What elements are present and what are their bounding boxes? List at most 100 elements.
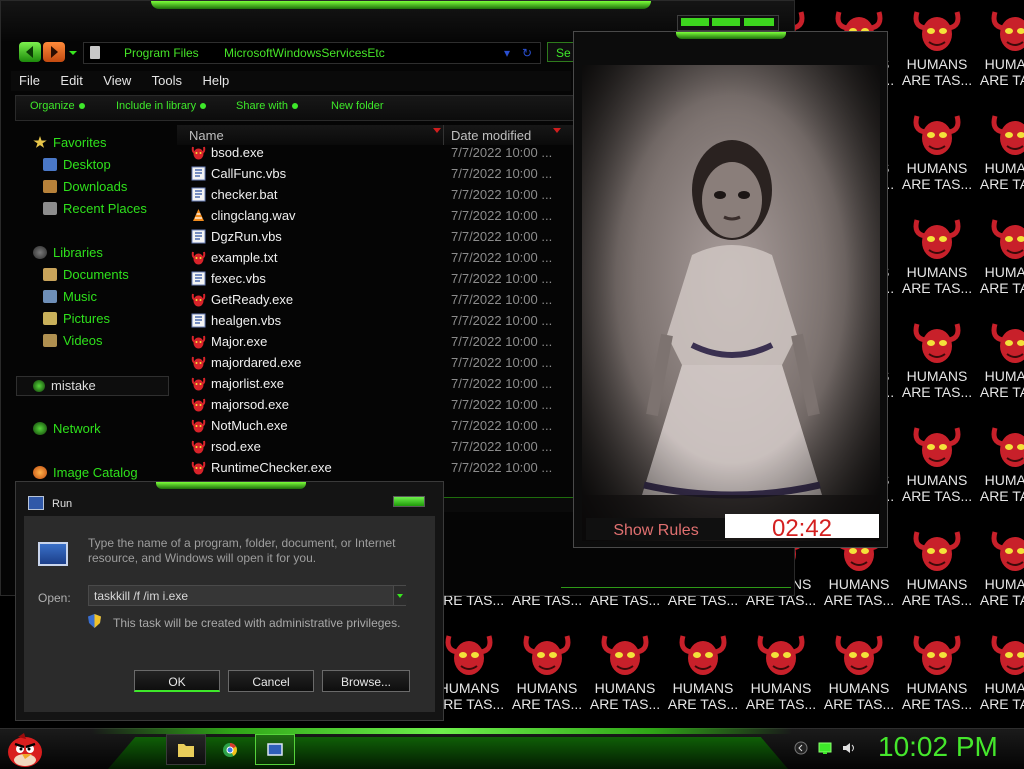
nav-homegroup[interactable]: mistake (16, 376, 169, 396)
wallpaper-caption-line1: HUMANS (828, 576, 890, 592)
file-row[interactable]: healgen.vbs 7/7/2022 10:00 ... (177, 310, 573, 331)
menu-view[interactable]: View (103, 73, 131, 88)
wallpaper-caption-line2: ARE TAS... (901, 384, 973, 400)
folder-icon (178, 744, 194, 757)
new-folder-button[interactable]: New folder (331, 100, 384, 112)
menu-edit[interactable]: Edit (60, 73, 82, 88)
organize-button[interactable]: Organize (30, 100, 85, 112)
wallpaper-tile: HUMANSARE TAS... (976, 6, 1024, 110)
menu-file[interactable]: File (19, 73, 40, 88)
wallpaper-caption-line1: HUMANS (984, 160, 1024, 176)
file-date: 7/7/2022 10:00 ... (451, 292, 553, 307)
breadcrumb-program-files[interactable]: Program Files (124, 43, 199, 63)
run-close-button[interactable] (393, 496, 425, 507)
nav-favorites[interactable]: Favorites (33, 135, 106, 150)
search-box[interactable]: Se (547, 42, 575, 62)
wallpaper-tile: HUMANSARE TAS... (742, 630, 820, 728)
window-controls[interactable] (677, 15, 779, 31)
file-row[interactable]: example.txt 7/7/2022 10:00 ... (177, 247, 573, 268)
browse-button[interactable]: Browse... (322, 670, 410, 692)
file-date: 7/7/2022 10:00 ... (451, 208, 553, 223)
file-row[interactable]: checker.bat 7/7/2022 10:00 ... (177, 184, 573, 205)
close-button[interactable] (744, 18, 774, 26)
file-row[interactable]: majorsod.exe 7/7/2022 10:00 ... (177, 394, 573, 415)
minimize-button[interactable] (681, 18, 709, 26)
volume-icon[interactable] (842, 741, 856, 755)
file-list[interactable]: Name Date modified bsod.exe 7/7/2022 10:0… (177, 125, 573, 493)
breadcrumb-services-folder[interactable]: MicrosoftWindowsServicesEtc (224, 43, 385, 63)
open-dropdown-icon[interactable] (393, 586, 407, 605)
file-row[interactable]: GetReady.exe 7/7/2022 10:00 ... (177, 289, 573, 310)
maximize-button[interactable] (712, 18, 740, 26)
file-name: rsod.exe (211, 439, 261, 454)
column-name[interactable]: Name (189, 128, 224, 143)
forward-arrow-icon[interactable] (43, 42, 65, 62)
nav-network[interactable]: Network (33, 421, 101, 436)
menu-help[interactable]: Help (202, 73, 229, 88)
admin-note: This task will be created with administr… (113, 616, 401, 630)
nav-recent-places[interactable]: Recent Places (43, 201, 147, 216)
file-date: 7/7/2022 10:00 ... (451, 271, 553, 286)
file-row[interactable]: rsod.exe 7/7/2022 10:00 ... (177, 436, 573, 457)
show-rules-button[interactable]: Show Rules (586, 518, 726, 540)
file-row[interactable]: CallFunc.vbs 7/7/2022 10:00 ... (177, 163, 573, 184)
taskbar-clock[interactable]: 10:02 PM (878, 731, 998, 763)
documents-icon (43, 268, 57, 281)
devil-face-icon (913, 219, 961, 259)
address-bar[interactable]: Program Files MicrosoftWindowsServicesEt… (83, 42, 541, 64)
taskbar-run-button[interactable] (255, 734, 295, 765)
ok-button[interactable]: OK (134, 670, 220, 692)
cancel-button[interactable]: Cancel (228, 670, 314, 692)
column-date-modified[interactable]: Date modified (451, 128, 531, 143)
share-with-button[interactable]: Share with (236, 100, 298, 112)
include-in-library-button[interactable]: Include in library (116, 100, 207, 112)
tray-chevron-icon[interactable] (794, 741, 808, 755)
file-row[interactable]: NotMuch.exe 7/7/2022 10:00 ... (177, 415, 573, 436)
back-arrow-icon[interactable] (19, 42, 41, 62)
address-dropdown-icon[interactable]: ▾ (504, 43, 510, 63)
file-row[interactable]: fexec.vbs 7/7/2022 10:00 ... (177, 268, 573, 289)
nav-desktop[interactable]: Desktop (43, 157, 111, 172)
nav-videos[interactable]: Videos (43, 333, 103, 348)
wallpaper-caption-line2: ARE TAS... (901, 72, 973, 88)
network-tray-icon[interactable] (818, 741, 832, 755)
command-bar: Organize Include in library Share with N… (15, 95, 577, 121)
file-row[interactable]: majorlist.exe 7/7/2022 10:00 ... (177, 373, 573, 394)
file-row[interactable]: RuntimeChecker.exe 7/7/2022 10:00 ... (177, 457, 573, 478)
wallpaper-caption-line2: ARE TAS... (823, 592, 895, 608)
menu-tools[interactable]: Tools (152, 73, 182, 88)
wallpaper-caption-line1: HUMANS (906, 576, 968, 592)
nav-libraries[interactable]: Libraries (33, 245, 103, 260)
wallpaper-caption-line1: HUMANS (516, 680, 578, 696)
file-row[interactable]: bsod.exe 7/7/2022 10:00 ... (177, 142, 573, 163)
wallpaper-caption-line1: HUMANS (672, 680, 734, 696)
file-row[interactable]: DgzRun.vbs 7/7/2022 10:00 ... (177, 226, 573, 247)
image-popup-window[interactable]: Show Rules 02:42 (573, 31, 888, 548)
taskbar-chrome-button[interactable] (210, 734, 250, 765)
taskbar-explorer-button[interactable] (166, 734, 206, 765)
devil-face-icon (991, 427, 1024, 467)
angry-bird-icon[interactable] (6, 732, 44, 768)
star-icon (33, 136, 47, 148)
script-file-icon (191, 271, 206, 286)
recent-places-icon (43, 202, 57, 215)
file-row[interactable]: clingclang.wav 7/7/2022 10:00 ... (177, 205, 573, 226)
nav-dropdown-icon[interactable] (67, 42, 79, 62)
file-name: CallFunc.vbs (211, 166, 287, 181)
open-input[interactable]: taskkill /f /im i.exe (88, 585, 406, 606)
wallpaper-caption-line1: HUMANS (906, 472, 968, 488)
wallpaper-caption-line1: HUMANS (906, 56, 968, 72)
file-row[interactable]: majordared.exe 7/7/2022 10:00 ... (177, 352, 573, 373)
file-date: 7/7/2022 10:00 ... (451, 418, 553, 433)
nav-image-catalog[interactable]: Image Catalog (33, 465, 138, 480)
refresh-icon[interactable]: ↻ (522, 43, 532, 63)
nav-documents[interactable]: Documents (43, 267, 129, 282)
nav-music[interactable]: Music (43, 289, 97, 304)
open-label: Open: (38, 591, 71, 605)
file-row[interactable]: Major.exe 7/7/2022 10:00 ... (177, 331, 573, 352)
run-dialog[interactable]: Run Type the name of a program, folder, … (15, 481, 444, 721)
nav-pictures[interactable]: Pictures (43, 311, 110, 326)
nav-downloads[interactable]: Downloads (43, 179, 127, 194)
devil-exe-icon (191, 418, 206, 433)
wallpaper-tile: HUMANSARE TAS... (664, 630, 742, 728)
